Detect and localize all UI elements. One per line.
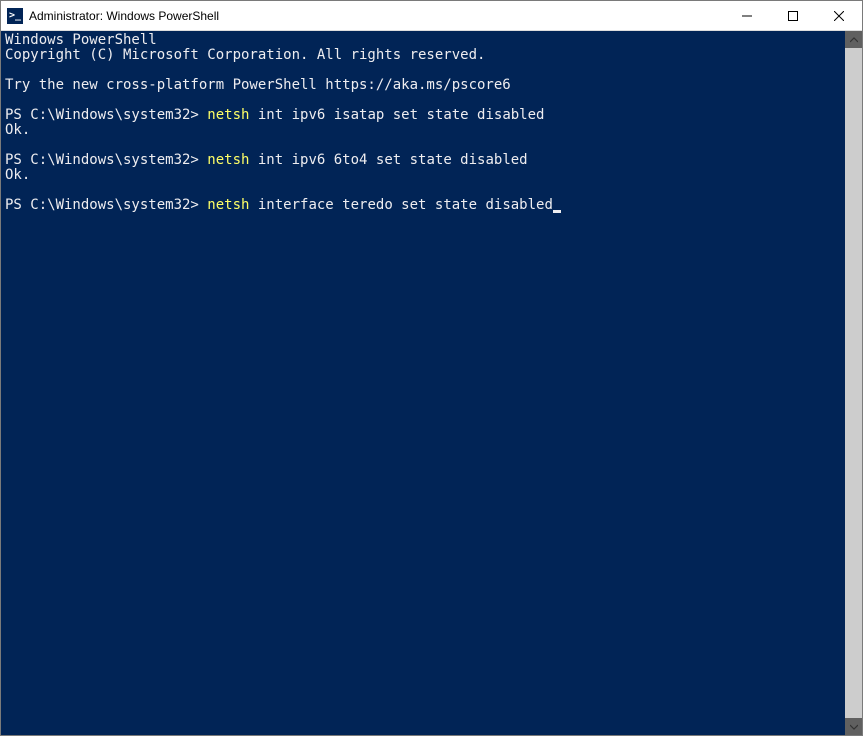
result-line: Ok.	[5, 123, 841, 138]
window-title: Administrator: Windows PowerShell	[29, 9, 724, 23]
vertical-scrollbar[interactable]	[845, 31, 862, 735]
command-line: PS C:\Windows\system32> netsh int ipv6 i…	[5, 108, 841, 123]
command-highlight: netsh	[207, 152, 249, 168]
header-line: Windows PowerShell	[5, 33, 841, 48]
try-line: Try the new cross-platform PowerShell ht…	[5, 78, 841, 93]
window-titlebar[interactable]: >_ Administrator: Windows PowerShell	[1, 1, 862, 31]
terminal-container: Windows PowerShellCopyright (C) Microsof…	[1, 31, 862, 735]
command-rest: int ipv6 isatap set state disabled	[249, 107, 544, 123]
command-rest: interface teredo set state disabled	[249, 197, 552, 213]
powershell-icon: >_	[7, 8, 23, 24]
prompt: PS C:\Windows\system32>	[5, 197, 207, 213]
blank-line	[5, 183, 841, 198]
command-line: PS C:\Windows\system32> netsh int ipv6 6…	[5, 153, 841, 168]
chevron-down-icon	[850, 723, 858, 731]
close-button[interactable]	[816, 1, 862, 30]
prompt: PS C:\Windows\system32>	[5, 152, 207, 168]
result-line: Ok.	[5, 168, 841, 183]
scroll-up-button[interactable]	[845, 31, 862, 48]
scroll-thumb[interactable]	[845, 48, 862, 718]
command-highlight: netsh	[207, 107, 249, 123]
header-line: Copyright (C) Microsoft Corporation. All…	[5, 48, 841, 63]
terminal-output-area[interactable]: Windows PowerShellCopyright (C) Microsof…	[1, 31, 845, 735]
powershell-icon-glyph: >_	[9, 10, 21, 21]
minimize-button[interactable]	[724, 1, 770, 30]
command-highlight: netsh	[207, 197, 249, 213]
command-rest: int ipv6 6to4 set state disabled	[249, 152, 527, 168]
window-controls	[724, 1, 862, 30]
scroll-track[interactable]	[845, 48, 862, 718]
blank-line	[5, 63, 841, 78]
blank-line	[5, 138, 841, 153]
blank-line	[5, 93, 841, 108]
maximize-icon	[788, 11, 798, 21]
prompt: PS C:\Windows\system32>	[5, 107, 207, 123]
maximize-button[interactable]	[770, 1, 816, 30]
close-icon	[834, 11, 844, 21]
chevron-up-icon	[850, 36, 858, 44]
command-line: PS C:\Windows\system32> netsh interface …	[5, 198, 841, 213]
cursor	[553, 210, 561, 213]
scroll-down-button[interactable]	[845, 718, 862, 735]
powershell-window: >_ Administrator: Windows PowerShell Win…	[0, 0, 863, 736]
minimize-icon	[742, 11, 752, 21]
